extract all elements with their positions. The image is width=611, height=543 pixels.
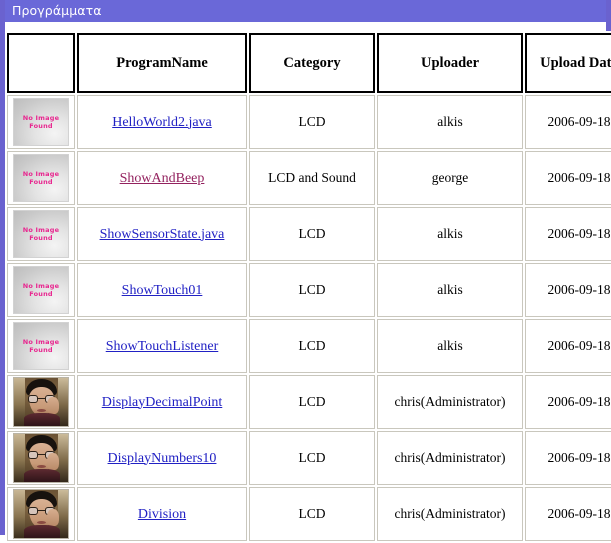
table-row: No Image Found ShowAndBeep LCD and Sound geo… bbox=[7, 151, 611, 205]
row-uploader-cell: chris(Administrator) bbox=[377, 431, 523, 485]
no-image-placeholder: No Image Found bbox=[13, 154, 69, 202]
no-image-line-2: Found bbox=[29, 178, 53, 186]
column-header-category: Category bbox=[249, 33, 375, 93]
program-link[interactable]: ShowSensorState.java bbox=[100, 227, 225, 242]
table-body: No Image Found HelloWorld2.java LCD alkis 200… bbox=[7, 95, 611, 541]
page-title: Προγράμματα bbox=[12, 3, 102, 18]
table-row: No Image Found ShowTouchListener LCD alkis 20… bbox=[7, 319, 611, 373]
row-uploaddate-cell: 2006-09-18 bbox=[525, 95, 611, 149]
programs-panel: Προγράμματα ProgramName Category Uploade… bbox=[0, 0, 611, 543]
row-category-cell: LCD bbox=[249, 431, 375, 485]
program-link[interactable]: Division bbox=[138, 507, 186, 522]
row-thumbnail-cell bbox=[7, 431, 75, 485]
uploader-avatar-image bbox=[13, 377, 69, 427]
row-category-cell: LCD and Sound bbox=[249, 151, 375, 205]
column-header-uploaddate: Upload Date bbox=[525, 33, 611, 93]
row-uploaddate-cell: 2006-09-18 bbox=[525, 431, 611, 485]
row-programname-cell: ShowAndBeep bbox=[77, 151, 247, 205]
row-uploaddate-cell: 2006-09-18 bbox=[525, 375, 611, 429]
row-uploader-cell: george bbox=[377, 151, 523, 205]
row-programname-cell: DisplayDecimalPoint bbox=[77, 375, 247, 429]
row-uploaddate-cell: 2006-09-18 bbox=[525, 151, 611, 205]
row-programname-cell: ShowTouchListener bbox=[77, 319, 247, 373]
no-image-line-2: Found bbox=[29, 234, 53, 242]
table-row: Division LCD chris(Administrator) 2006-09-1… bbox=[7, 487, 611, 541]
row-programname-cell: DisplayNumbers10 bbox=[77, 431, 247, 485]
table-row: DisplayDecimalPoint LCD chris(Administrato… bbox=[7, 375, 611, 429]
no-image-placeholder: No Image Found bbox=[13, 266, 69, 314]
program-link[interactable]: ShowAndBeep bbox=[120, 171, 205, 186]
row-thumbnail-cell: No Image Found bbox=[7, 151, 75, 205]
table-row: No Image Found HelloWorld2.java LCD alkis 200… bbox=[7, 95, 611, 149]
row-uploader-cell: alkis bbox=[377, 263, 523, 317]
row-uploader-cell: alkis bbox=[377, 207, 523, 261]
row-category-cell: LCD bbox=[249, 95, 375, 149]
row-category-cell: LCD bbox=[249, 375, 375, 429]
row-category-cell: LCD bbox=[249, 263, 375, 317]
row-uploaddate-cell: 2006-09-18 bbox=[525, 319, 611, 373]
no-image-line-1: No Image bbox=[22, 114, 60, 122]
no-image-line-1: No Image bbox=[22, 170, 60, 178]
row-programname-cell: HelloWorld2.java bbox=[77, 95, 247, 149]
row-uploaddate-cell: 2006-09-18 bbox=[525, 207, 611, 261]
row-uploader-cell: alkis bbox=[377, 319, 523, 373]
row-thumbnail-cell: No Image Found bbox=[7, 319, 75, 373]
row-thumbnail-cell bbox=[7, 375, 75, 429]
column-header-programname: ProgramName bbox=[77, 33, 247, 93]
titlebar-spacer bbox=[5, 22, 606, 31]
row-uploader-cell: alkis bbox=[377, 95, 523, 149]
row-uploader-cell: chris(Administrator) bbox=[377, 375, 523, 429]
no-image-line-1: No Image bbox=[22, 282, 60, 290]
row-thumbnail-cell: No Image Found bbox=[7, 95, 75, 149]
row-programname-cell: ShowTouch01 bbox=[77, 263, 247, 317]
column-header-thumbnail bbox=[7, 33, 75, 93]
uploader-avatar-image bbox=[13, 489, 69, 539]
table-row: No Image Found ShowSensorState.java LCD alki… bbox=[7, 207, 611, 261]
programs-table: ProgramName Category Uploader Upload Dat… bbox=[5, 31, 611, 543]
row-uploaddate-cell: 2006-09-18 bbox=[525, 487, 611, 541]
row-category-cell: LCD bbox=[249, 207, 375, 261]
program-link[interactable]: DisplayNumbers10 bbox=[108, 451, 217, 466]
no-image-line-1: No Image bbox=[22, 338, 60, 346]
column-header-uploader: Uploader bbox=[377, 33, 523, 93]
row-uploaddate-cell: 2006-09-18 bbox=[525, 263, 611, 317]
no-image-line-1: No Image bbox=[22, 226, 60, 234]
table-header: ProgramName Category Uploader Upload Dat… bbox=[7, 33, 611, 93]
row-thumbnail-cell bbox=[7, 487, 75, 541]
table-row: DisplayNumbers10 LCD chris(Administrator) 2… bbox=[7, 431, 611, 485]
row-thumbnail-cell: No Image Found bbox=[7, 207, 75, 261]
no-image-line-2: Found bbox=[29, 346, 53, 354]
uploader-avatar-image bbox=[13, 433, 69, 483]
row-category-cell: LCD bbox=[249, 319, 375, 373]
no-image-placeholder: No Image Found bbox=[13, 98, 69, 146]
row-programname-cell: Division bbox=[77, 487, 247, 541]
no-image-placeholder: No Image Found bbox=[13, 322, 69, 370]
program-link[interactable]: ShowTouch01 bbox=[122, 283, 203, 298]
no-image-line-2: Found bbox=[29, 122, 53, 130]
row-category-cell: LCD bbox=[249, 487, 375, 541]
program-link[interactable]: DisplayDecimalPoint bbox=[102, 395, 223, 410]
no-image-placeholder: No Image Found bbox=[13, 210, 69, 258]
program-link[interactable]: HelloWorld2.java bbox=[112, 115, 212, 130]
program-link[interactable]: ShowTouchListener bbox=[106, 339, 219, 354]
row-programname-cell: ShowSensorState.java bbox=[77, 207, 247, 261]
row-thumbnail-cell: No Image Found bbox=[7, 263, 75, 317]
table-row: No Image Found ShowTouch01 LCD alkis 2006-09-… bbox=[7, 263, 611, 317]
row-uploader-cell: chris(Administrator) bbox=[377, 487, 523, 541]
table-header-row: ProgramName Category Uploader Upload Dat… bbox=[7, 33, 611, 93]
window-titlebar: Προγράμματα bbox=[5, 0, 606, 22]
no-image-line-2: Found bbox=[29, 290, 53, 298]
